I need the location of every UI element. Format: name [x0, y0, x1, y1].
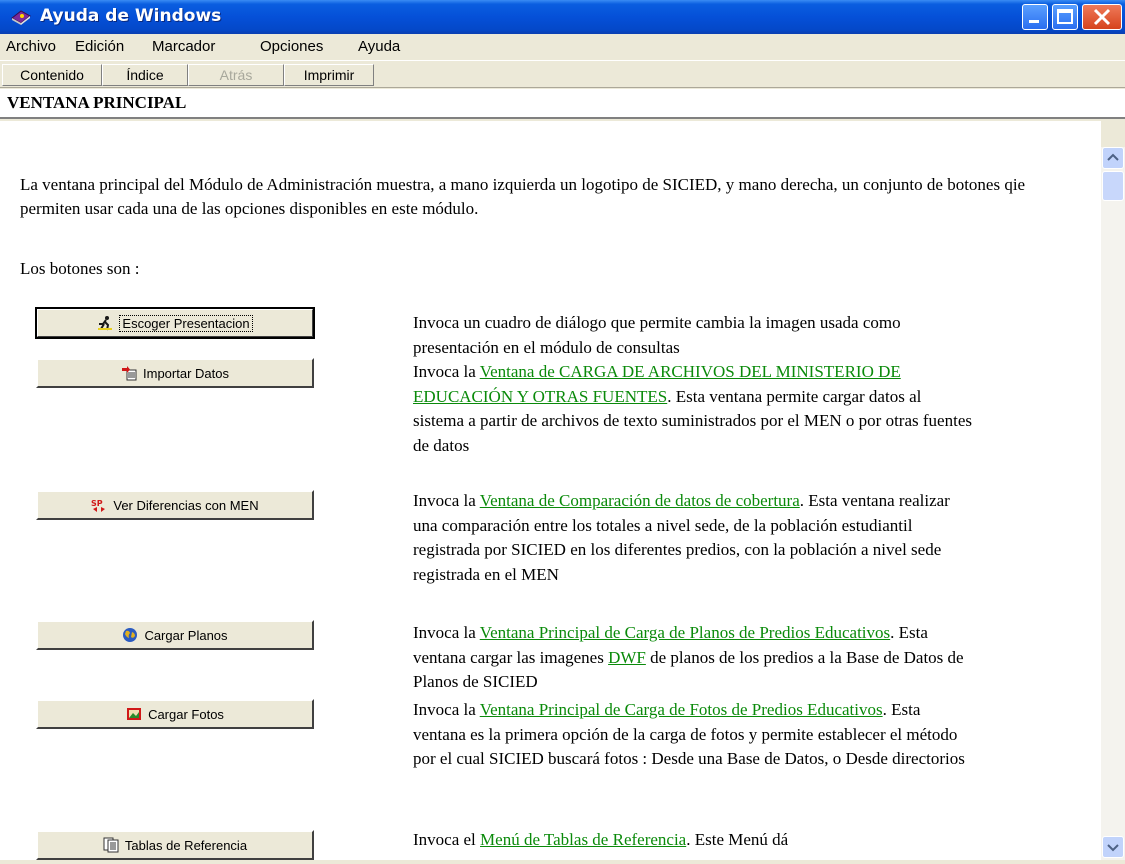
desc-text: . Este Menú dá [686, 830, 789, 849]
chevron-up-icon [1107, 153, 1119, 161]
menu-archivo[interactable]: Archivo [6, 38, 56, 55]
globe-icon [123, 628, 138, 642]
desc-tablas-referencia: Invoca el Menú de Tablas de Referencia. … [413, 828, 973, 853]
tablas-referencia-label: Tablas de Referencia [124, 837, 248, 853]
contents-button[interactable]: Contenido [2, 64, 102, 86]
escoger-presentacion-label: Escoger Presentacion [119, 314, 253, 332]
title-bar: Ayuda de Windows [0, 0, 1125, 34]
desc-cargar-fotos: Invoca la Ventana Principal de Carga de … [413, 698, 973, 772]
menu-marcador[interactable]: Marcador [152, 38, 215, 55]
menu-ayuda[interactable]: Ayuda [358, 38, 400, 55]
importar-datos-label: Importar Datos [143, 365, 229, 381]
desc-ver-diferencias: Invoca la Ventana de Comparación de dato… [413, 489, 973, 587]
photo-icon [127, 708, 142, 720]
link-carga-fotos[interactable]: Ventana Principal de Carga de Fotos de P… [480, 700, 883, 719]
maximize-button[interactable] [1052, 4, 1078, 30]
intro-paragraph: La ventana principal del Módulo de Admin… [20, 175, 1026, 218]
tablas-referencia-button[interactable]: Tablas de Referencia [36, 830, 314, 860]
desc-text: Invoca la [413, 362, 480, 381]
back-label: Atrás [219, 67, 253, 83]
topic-heading: VENTANA PRINCIPAL [7, 93, 187, 112]
index-label: Índice [126, 67, 164, 83]
cargar-planos-label: Cargar Planos [144, 627, 228, 643]
close-icon [1093, 8, 1111, 26]
ver-diferencias-button[interactable]: SP Ver Diferencias con MEN [36, 490, 314, 520]
menu-opciones[interactable]: Opciones [260, 38, 323, 55]
contents-label: Contenido [20, 67, 84, 83]
desc-text: Invoca el [413, 830, 481, 849]
tables-icon [103, 837, 119, 853]
escoger-presentacion-button[interactable]: Escoger Presentacion [35, 307, 315, 339]
link-tablas-referencia[interactable]: Menú de Tablas de Referencia [480, 830, 686, 849]
print-label: Imprimir [303, 67, 355, 83]
link-carga-planos[interactable]: Ventana Principal de Carga de Planos de … [480, 623, 890, 642]
menu-bar: Archivo Edición Marcador Opciones Ayuda [0, 34, 1125, 59]
svg-text:SP: SP [91, 499, 103, 508]
ver-diferencias-label: Ver Diferencias con MEN [113, 497, 259, 513]
desc-escoger-presentacion: Invoca un cuadro de diálogo que permite … [413, 311, 973, 360]
runner-icon [98, 316, 113, 331]
scroll-down-button[interactable] [1102, 836, 1124, 858]
topic-content: La ventana principal del Módulo de Admin… [0, 121, 1101, 860]
scroll-up-button[interactable] [1102, 147, 1124, 169]
import-icon [122, 366, 137, 381]
cargar-fotos-button[interactable]: Cargar Fotos [36, 699, 314, 729]
desc-importar-datos: Invoca la Ventana de CARGA DE ARCHIVOS D… [413, 360, 973, 458]
desc-text: Invoca la [413, 700, 480, 719]
cargar-fotos-label: Cargar Fotos [148, 706, 224, 722]
importar-datos-button[interactable]: Importar Datos [36, 358, 314, 388]
link-comparacion-cobertura[interactable]: Ventana de Comparación de datos de cober… [480, 491, 800, 510]
desc-text: Invoca la [413, 623, 480, 642]
scroll-thumb[interactable] [1102, 171, 1124, 201]
maximize-icon [1057, 9, 1073, 24]
print-button[interactable]: Imprimir [284, 64, 374, 86]
link-dwf[interactable]: DWF [608, 648, 646, 667]
cargar-planos-button[interactable]: Cargar Planos [36, 620, 314, 650]
chevron-down-icon [1107, 844, 1119, 852]
menu-edicion[interactable]: Edición [75, 38, 124, 55]
back-button[interactable]: Atrás [188, 64, 284, 86]
desc-cargar-planos: Invoca la Ventana Principal de Carga de … [413, 621, 973, 695]
close-button[interactable] [1082, 4, 1122, 30]
buttons-intro: Los botones son : [20, 259, 140, 278]
minimize-button[interactable] [1022, 4, 1048, 30]
window-title: Ayuda de Windows [40, 6, 222, 26]
index-button[interactable]: Índice [102, 64, 188, 86]
topic-heading-bar: VENTANA PRINCIPAL [0, 89, 1125, 119]
minimize-icon [1029, 20, 1039, 23]
compare-icon: SP [91, 499, 106, 512]
vertical-scrollbar[interactable] [1101, 147, 1125, 860]
help-book-icon [11, 10, 31, 25]
desc-text: Invoca un cuadro de diálogo que permite … [413, 313, 901, 357]
toolbar: Contenido Índice Atrás Imprimir [0, 60, 1125, 88]
desc-text: Invoca la [413, 491, 480, 510]
